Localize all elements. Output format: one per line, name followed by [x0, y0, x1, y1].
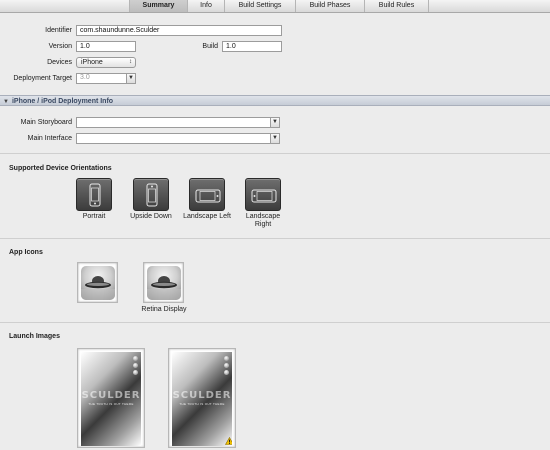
- popup-arrows-icon: ↕: [129, 59, 132, 65]
- disclosure-triangle-icon[interactable]: ▼: [3, 99, 9, 105]
- launch-logo-text: SCULDER: [172, 390, 232, 401]
- launch-image-dots: [133, 356, 138, 377]
- build-label: Build: [202, 43, 218, 50]
- retina-launch-image: SCULDER THE TRUTH IS OUT THERE: [172, 352, 232, 446]
- orientation-label-landscape-left: Landscape Left: [183, 213, 231, 220]
- orientation-label-landscape-right: Landscape Right: [245, 213, 281, 228]
- identifier-label: Identifier: [45, 27, 72, 34]
- devices-label: Devices: [47, 59, 72, 66]
- orientation-landscape-right-button[interactable]: [245, 178, 281, 211]
- launch-image-dots: [224, 356, 229, 377]
- tab-build-phases[interactable]: Build Phases: [295, 0, 364, 12]
- landscape-left-icon: [195, 189, 221, 203]
- chevron-down-icon[interactable]: ▼: [270, 134, 279, 143]
- launch-tagline: THE TRUTH IS OUT THERE: [88, 402, 134, 406]
- retina-app-icon-image: [147, 266, 181, 300]
- launch-tagline: THE TRUTH IS OUT THERE: [179, 402, 225, 406]
- orientation-portrait-button[interactable]: [76, 178, 112, 211]
- orientation-label-portrait: Portrait: [82, 213, 106, 220]
- orientation-upside-down-button[interactable]: [133, 178, 169, 211]
- deployment-target-combo[interactable]: 3.0 ▼: [76, 73, 136, 84]
- main-interface-combo[interactable]: ▼: [76, 133, 280, 144]
- retina-launch-image-well[interactable]: SCULDER THE TRUTH IS OUT THERE: [168, 348, 236, 448]
- version-field[interactable]: 1.0: [76, 41, 136, 52]
- version-label: Version: [48, 43, 72, 50]
- app-icons-heading: App Icons: [9, 249, 43, 256]
- identifier-field[interactable]: com.shaundunne.Sculder: [76, 25, 282, 36]
- main-storyboard-label: Main Storyboard: [20, 119, 72, 126]
- tab-build-rules[interactable]: Build Rules: [364, 0, 429, 12]
- orientation-landscape-left-button[interactable]: [189, 178, 225, 211]
- main-interface-label: Main Interface: [27, 135, 72, 142]
- main-storyboard-combo[interactable]: ▼: [76, 117, 280, 128]
- ufo-icon: [147, 276, 181, 300]
- launch-images-heading: Launch Images: [9, 333, 60, 340]
- ufo-icon: [81, 276, 115, 300]
- tab-summary[interactable]: Summary: [129, 0, 187, 12]
- launch-logo-text: SCULDER: [81, 390, 141, 401]
- divider: [0, 153, 550, 154]
- retina-display-label: Retina Display: [141, 306, 187, 313]
- devices-popup[interactable]: iPhone ↕: [76, 57, 136, 68]
- app-icon-image: [81, 266, 115, 300]
- retina-app-icon-well[interactable]: [143, 262, 184, 303]
- editor-tab-bar: Summary Info Build Settings Build Phases…: [0, 0, 550, 13]
- deployment-info-title: iPhone / iPod Deployment Info: [11, 98, 114, 105]
- landscape-right-icon: [251, 189, 277, 203]
- divider: [0, 238, 550, 239]
- app-icon-well[interactable]: [77, 262, 118, 303]
- warning-icon: [225, 437, 232, 445]
- tab-build-settings[interactable]: Build Settings: [224, 0, 295, 12]
- portrait-icon: [89, 183, 101, 207]
- deployment-info-section-header[interactable]: ▼ iPhone / iPod Deployment Info: [0, 95, 550, 106]
- orientation-label-upside-down: Upside Down: [130, 213, 172, 220]
- chevron-down-icon[interactable]: ▼: [126, 74, 135, 83]
- launch-image-well[interactable]: SCULDER THE TRUTH IS OUT THERE: [77, 348, 145, 448]
- devices-value: iPhone: [81, 59, 103, 66]
- deployment-target-label: Deployment Target: [13, 75, 72, 82]
- chevron-down-icon[interactable]: ▼: [270, 118, 279, 127]
- upside-down-icon: [146, 183, 158, 207]
- build-field[interactable]: 1.0: [222, 41, 282, 52]
- tab-info[interactable]: Info: [187, 0, 224, 12]
- orientations-heading: Supported Device Orientations: [9, 165, 112, 172]
- divider: [0, 322, 550, 323]
- deployment-target-value: 3.0: [80, 74, 90, 81]
- launch-image: SCULDER THE TRUTH IS OUT THERE: [81, 352, 141, 446]
